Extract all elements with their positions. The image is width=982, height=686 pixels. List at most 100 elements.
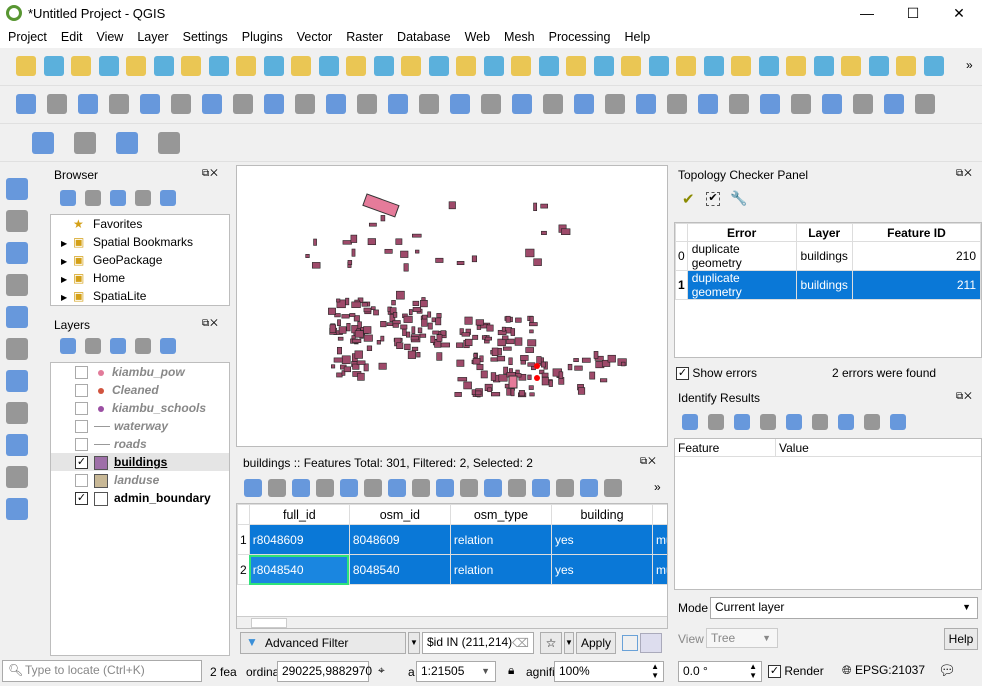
toolbar-tool-icon[interactable] [436, 479, 454, 497]
toolbar-tool-icon[interactable] [135, 338, 151, 354]
layer-visibility-checkbox[interactable] [75, 402, 88, 416]
toolbar-tool-icon[interactable] [401, 56, 421, 76]
toolbar-tool-icon[interactable] [890, 414, 906, 430]
layer-item-waterway[interactable]: waterway [51, 417, 229, 435]
toolbar-tool-icon[interactable] [884, 94, 904, 114]
toolbar-tool-icon[interactable] [109, 94, 129, 114]
menu-processing[interactable]: Processing [541, 28, 617, 48]
layer-item-kiambu_schools[interactable]: kiambu_schools [51, 399, 229, 417]
messages-icon[interactable]: 💬︎ [938, 662, 956, 679]
toolbar-tool-icon[interactable] [812, 414, 828, 430]
toolbar-tool-icon[interactable] [460, 479, 478, 497]
layer-item-landuse[interactable]: landuse [51, 471, 229, 489]
toolbar-tool-icon[interactable] [923, 56, 944, 76]
toolbar-tool-icon[interactable] [295, 94, 315, 114]
cell[interactable]: mu [652, 524, 667, 555]
toolbar-tool-icon[interactable] [6, 466, 28, 488]
toolbar-tool-icon[interactable] [6, 498, 28, 520]
menu-project[interactable]: Project [0, 28, 53, 48]
toolbar-tool-icon[interactable] [140, 94, 160, 114]
cell[interactable]: r8048540 [248, 554, 350, 585]
toolbar-overflow-button[interactable]: » [966, 58, 973, 72]
attribute-toolbar-overflow[interactable]: » [654, 480, 661, 494]
table-row[interactable]: 0 duplicate geometry buildings 210 [675, 241, 982, 271]
toolbar-tool-icon[interactable] [760, 94, 780, 114]
mouse-coordinate-toggle-icon[interactable]: ⌖ [378, 663, 385, 678]
coordinate-input[interactable]: 290225,9882970 [277, 661, 372, 682]
toolbar-tool-icon[interactable] [6, 338, 28, 360]
column-header[interactable]: Value [775, 439, 812, 457]
toolbar-tool-icon[interactable] [412, 479, 430, 497]
column-header[interactable]: osm_type [449, 504, 552, 525]
toolbar-tool-icon[interactable] [268, 479, 286, 497]
toolbar-tool-icon[interactable] [758, 56, 779, 76]
view-select[interactable]: Tree ▼ [706, 628, 778, 648]
toolbar-tool-icon[interactable] [16, 56, 36, 76]
cell[interactable]: relation [449, 524, 552, 555]
toolbar-tool-icon[interactable] [110, 338, 126, 354]
cell[interactable]: mu [652, 554, 667, 585]
layer-visibility-checkbox[interactable] [75, 420, 88, 434]
toolbar-tool-icon[interactable] [160, 338, 176, 354]
menu-settings[interactable]: Settings [175, 28, 234, 48]
toolbar-tool-icon[interactable] [760, 414, 776, 430]
table-row[interactable]: 1 duplicate geometry buildings 211 [675, 270, 982, 300]
toolbar-tool-icon[interactable] [16, 94, 36, 114]
layer-visibility-checkbox[interactable] [75, 474, 88, 488]
toolbar-tool-icon[interactable] [734, 414, 750, 430]
cell-error[interactable]: duplicate geometry [686, 241, 797, 271]
toolbar-tool-icon[interactable] [388, 479, 406, 497]
browser-item[interactable]: ▶ ▣ GeoPackage [51, 251, 229, 269]
toolbar-tool-icon[interactable] [791, 94, 811, 114]
toolbar-tool-icon[interactable] [340, 479, 358, 497]
toolbar-tool-icon[interactable] [171, 94, 191, 114]
toolbar-tool-icon[interactable] [621, 56, 641, 76]
toolbar-tool-icon[interactable] [47, 94, 67, 114]
toolbar-tool-icon[interactable] [291, 56, 311, 76]
validate-extent-icon[interactable]: ✔ [706, 192, 720, 206]
column-header[interactable]: building [550, 504, 654, 525]
toolbar-tool-icon[interactable] [428, 56, 449, 76]
toolbar-tool-icon[interactable] [822, 94, 842, 114]
toolbar-tool-icon[interactable] [915, 94, 935, 114]
toolbar-tool-icon[interactable] [160, 190, 176, 206]
toolbar-tool-icon[interactable] [71, 56, 91, 76]
column-header[interactable] [652, 504, 667, 525]
toolbar-tool-icon[interactable] [648, 56, 669, 76]
toolbar-tool-icon[interactable] [6, 402, 28, 424]
column-header[interactable]: osm_id [348, 504, 451, 525]
toolbar-tool-icon[interactable] [6, 210, 28, 232]
table-view-button[interactable] [640, 633, 662, 653]
menu-layer[interactable]: Layer [129, 28, 174, 48]
cell-layer[interactable]: buildings [795, 241, 853, 271]
toolbar-tool-icon[interactable] [135, 190, 151, 206]
help-button[interactable]: Help [944, 628, 978, 650]
filter-dropdown[interactable]: ▼ [408, 632, 420, 654]
topology-errors-table[interactable]: Error Layer Feature ID 0 duplicate geometry b… [674, 222, 982, 358]
toolbar-tool-icon[interactable] [667, 94, 687, 114]
toolbar-tool-icon[interactable] [6, 178, 28, 200]
layer-visibility-checkbox[interactable] [75, 366, 88, 380]
toolbar-tool-icon[interactable] [484, 479, 502, 497]
layer-item-roads[interactable]: roads [51, 435, 229, 453]
toolbar-tool-icon[interactable] [60, 190, 76, 206]
cell[interactable]: 8048540 [348, 554, 451, 585]
menu-edit[interactable]: Edit [53, 28, 89, 48]
toolbar-tool-icon[interactable] [233, 94, 253, 114]
cell[interactable]: yes [550, 524, 654, 555]
cell-fid[interactable]: 211 [851, 270, 982, 300]
toolbar-tool-icon[interactable] [604, 479, 622, 497]
toolbar-tool-icon[interactable] [208, 56, 229, 76]
menu-mesh[interactable]: Mesh [496, 28, 541, 48]
toolbar-tool-icon[interactable] [566, 56, 586, 76]
toolbar-tool-icon[interactable] [786, 414, 802, 430]
toolbar-tool-icon[interactable] [786, 56, 806, 76]
column-header[interactable]: Feature ID [851, 223, 982, 242]
toolbar-tool-icon[interactable] [6, 306, 28, 328]
toolbar-tool-icon[interactable] [158, 132, 180, 154]
toolbar-tool-icon[interactable] [698, 94, 718, 114]
layer-item-kiambu_pow[interactable]: kiambu_pow [51, 363, 229, 381]
toolbar-tool-icon[interactable] [708, 414, 724, 430]
scale-select[interactable]: 1:21505 ▼ [416, 661, 496, 682]
maximize-button[interactable]: ☐ [890, 2, 936, 26]
